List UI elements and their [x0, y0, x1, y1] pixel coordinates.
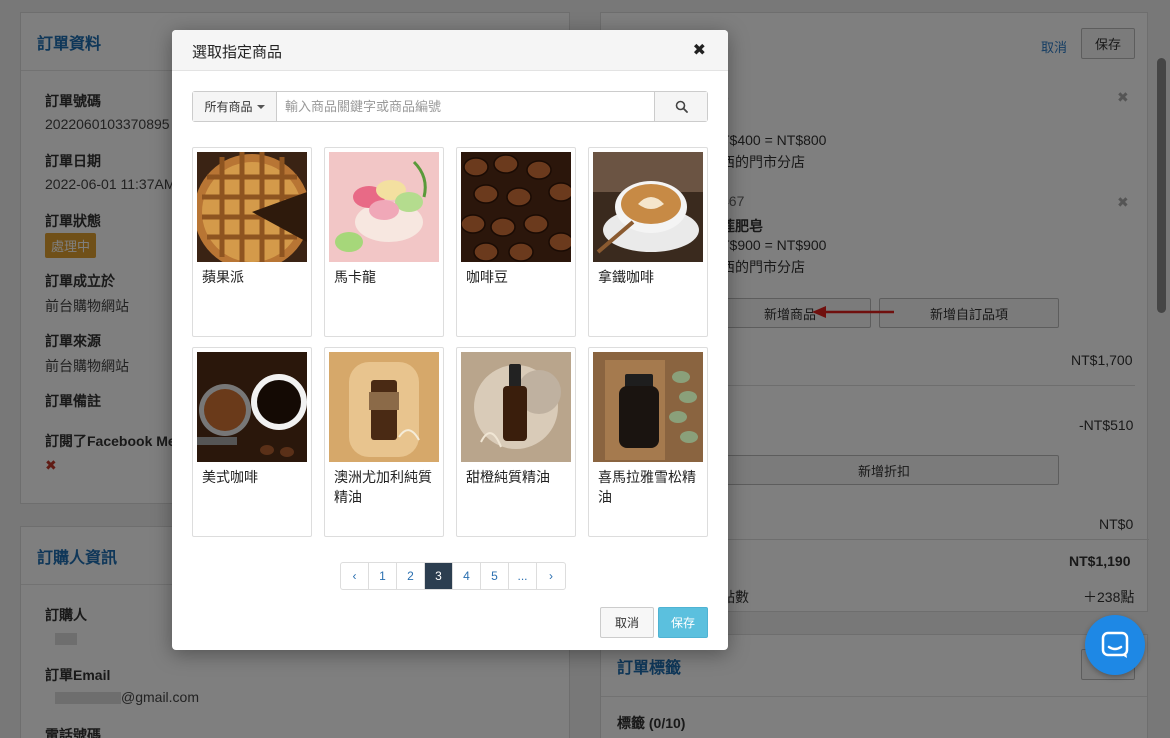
product-name: 馬卡龍	[334, 269, 376, 285]
category-dropdown[interactable]: 所有商品	[193, 92, 277, 121]
select-product-modal: 選取指定商品 ✖ 所有商品 輸入商品關鍵字或商品編號 蘋果派 馬卡龍 咖啡豆 拿…	[172, 30, 728, 650]
page-5-button[interactable]: 5	[481, 563, 509, 589]
product-name: 咖啡豆	[466, 269, 508, 285]
close-icon[interactable]: ✖	[693, 40, 706, 60]
product-card[interactable]: 拿鐵咖啡	[588, 147, 708, 337]
modal-cancel-button[interactable]: 取消	[600, 607, 654, 638]
essential-oil-bottle-image	[329, 352, 439, 462]
product-name: 喜馬拉雅雪松精油	[598, 469, 696, 505]
page-4-button[interactable]: 4	[453, 563, 481, 589]
apple-pie-image	[197, 152, 307, 262]
essential-oil-jar-image	[593, 352, 703, 462]
chat-support-button[interactable]	[1085, 615, 1145, 675]
product-card[interactable]: 馬卡龍	[324, 147, 444, 337]
product-card[interactable]: 甜橙純質精油	[456, 347, 576, 537]
page-1-button[interactable]: 1	[369, 563, 397, 589]
product-name: 蘋果派	[202, 269, 244, 285]
product-name: 美式咖啡	[202, 469, 258, 485]
product-name: 澳洲尤加利純質精油	[334, 469, 432, 505]
product-card[interactable]: 咖啡豆	[456, 147, 576, 337]
product-card[interactable]: 美式咖啡	[192, 347, 312, 537]
search-icon	[675, 100, 688, 113]
modal-title: 選取指定商品	[192, 44, 283, 61]
modal-header: 選取指定商品 ✖	[172, 30, 728, 71]
page-3-button[interactable]: 3	[425, 563, 453, 589]
latte-image	[593, 152, 703, 262]
product-card[interactable]: 蘋果派	[192, 147, 312, 337]
prev-page-button[interactable]: ‹	[341, 563, 369, 589]
americano-image	[197, 352, 307, 462]
caret-down-icon	[256, 104, 265, 109]
page-ellipsis[interactable]: ...	[509, 563, 537, 589]
product-name: 拿鐵咖啡	[598, 269, 654, 285]
modal-save-button[interactable]: 保存	[658, 607, 708, 638]
pagination: ‹ 1 2 3 4 5 ... ›	[340, 562, 566, 590]
next-page-button[interactable]: ›	[537, 563, 565, 589]
macaron-image	[329, 152, 439, 262]
search-button[interactable]	[654, 92, 707, 121]
product-name: 甜橙純質精油	[466, 469, 550, 485]
page-2-button[interactable]: 2	[397, 563, 425, 589]
product-search-bar: 所有商品	[192, 91, 708, 122]
product-card[interactable]: 澳洲尤加利純質精油	[324, 347, 444, 537]
product-search-input[interactable]	[277, 92, 654, 121]
essential-oil-dropper-image	[461, 352, 571, 462]
product-card[interactable]: 喜馬拉雅雪松精油	[588, 347, 708, 537]
chat-icon	[1101, 631, 1129, 658]
coffee-beans-image	[461, 152, 571, 262]
category-dropdown-label: 所有商品	[204, 100, 253, 114]
